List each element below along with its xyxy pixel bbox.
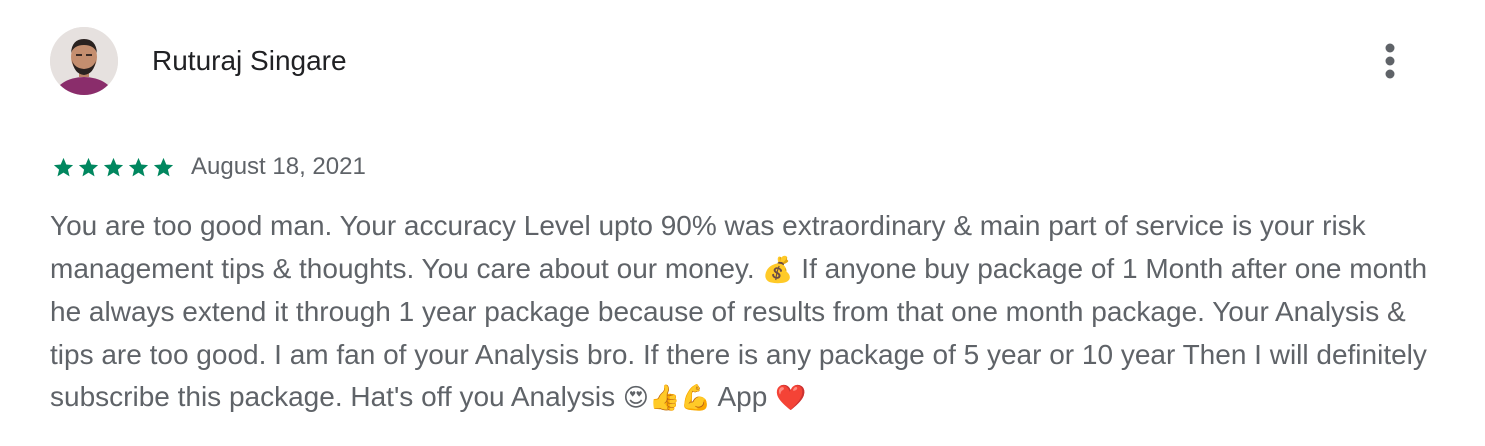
review-text-part: App: [711, 381, 776, 412]
review-text: You are too good man. Your accuracy Leve…: [50, 205, 1435, 420]
avatar-image: [50, 27, 118, 95]
author-name: Ruturaj Singare: [152, 45, 347, 76]
avatar: [50, 27, 118, 95]
rating-row: August 18, 2021: [52, 150, 366, 184]
star-icon: [78, 157, 99, 176]
money-bag-emoji: 💰: [762, 254, 794, 284]
star-icon: [53, 157, 74, 176]
more-vertical-icon: [1385, 43, 1395, 79]
more-options-button[interactable]: [1364, 38, 1416, 84]
review-date: August 18, 2021: [191, 153, 366, 180]
heart-eyes-thumbs-up-flexed-biceps-emoji: 😍👍💪: [622, 383, 712, 412]
red-heart-emoji: ❤️: [775, 383, 807, 412]
star-rating: [52, 156, 175, 179]
star-icon: [153, 157, 174, 176]
star-icon: [128, 157, 149, 176]
star-icon: [103, 157, 124, 176]
review-card: Ruturaj Singare August 18, 2021 You are …: [0, 0, 1485, 446]
